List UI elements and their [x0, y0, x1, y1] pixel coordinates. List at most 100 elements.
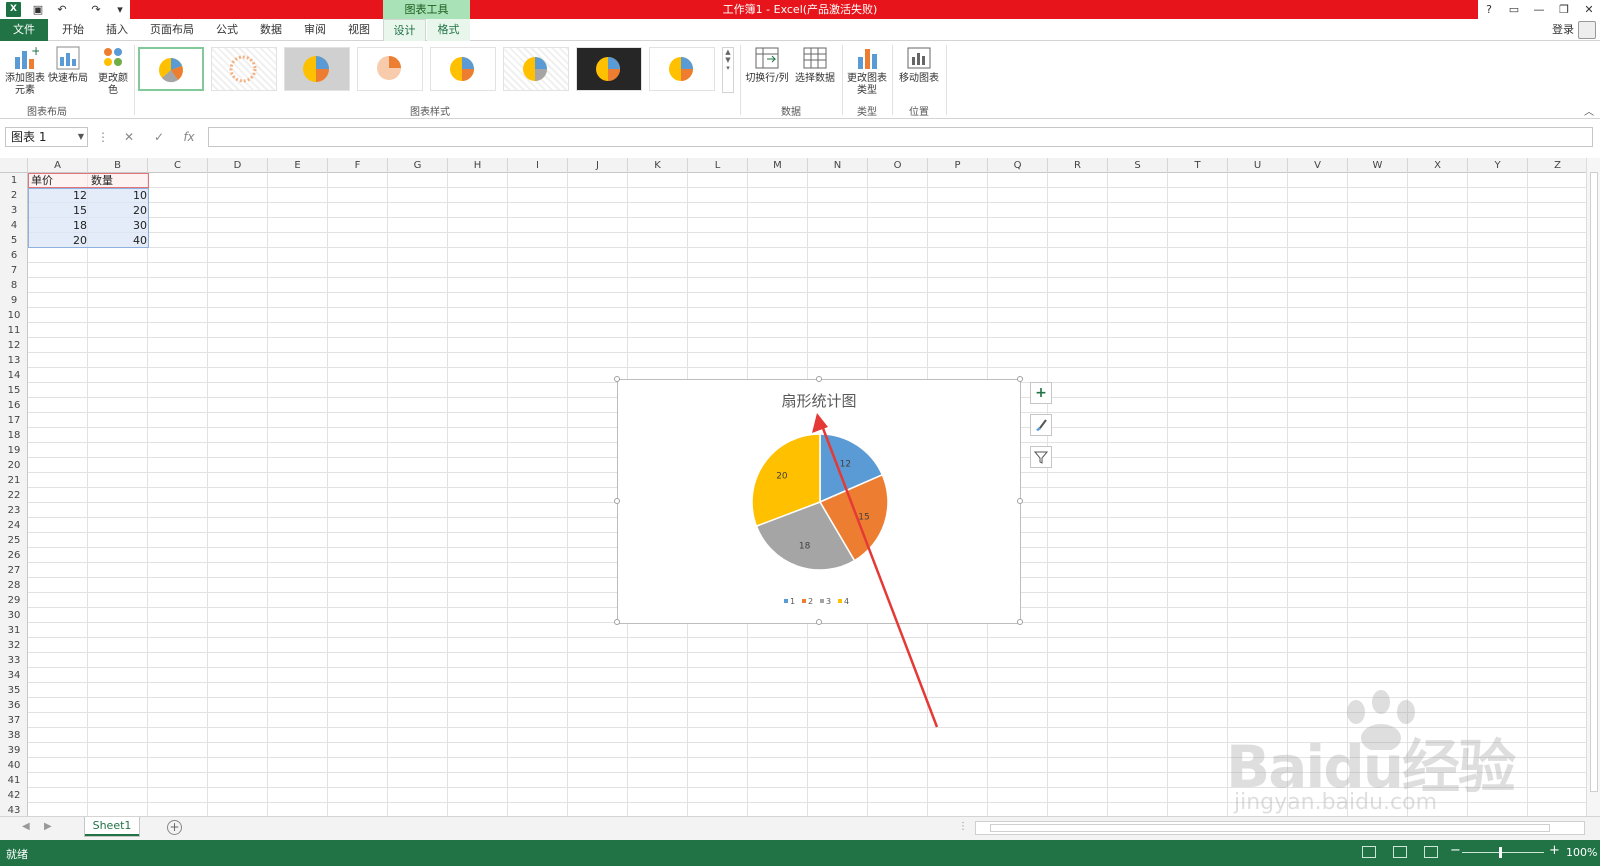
save-icon[interactable]: ▣: [30, 2, 46, 17]
cell-A2[interactable]: 12: [29, 188, 89, 203]
column-header-o[interactable]: O: [868, 158, 928, 173]
vertical-scroll-thumb[interactable]: [1590, 172, 1598, 792]
chart-style-7[interactable]: [576, 47, 642, 91]
sheet-tab-sheet1[interactable]: Sheet1: [84, 817, 140, 837]
data-label-2[interactable]: 15: [858, 512, 869, 522]
horizontal-scroll-thumb[interactable]: [990, 824, 1550, 832]
switch-row-column-button[interactable]: 切换行/列: [744, 45, 790, 85]
resize-handle[interactable]: [816, 619, 822, 625]
customize-qat-icon[interactable]: ▾: [112, 2, 128, 17]
column-header-n[interactable]: N: [808, 158, 868, 173]
row-header-17[interactable]: 17: [0, 413, 28, 428]
column-header-p[interactable]: P: [928, 158, 988, 173]
row-header-38[interactable]: 38: [0, 728, 28, 743]
row-header-23[interactable]: 23: [0, 503, 28, 518]
column-header-f[interactable]: F: [328, 158, 388, 173]
tab-home[interactable]: 开始: [56, 19, 90, 41]
insert-function-icon[interactable]: fx: [180, 128, 198, 146]
row-header-26[interactable]: 26: [0, 548, 28, 563]
row-header-11[interactable]: 11: [0, 323, 28, 338]
column-header-j[interactable]: J: [568, 158, 628, 173]
column-header-e[interactable]: E: [268, 158, 328, 173]
ribbon-display-icon[interactable]: ▭: [1503, 0, 1525, 19]
cell-A3[interactable]: 15: [29, 203, 89, 218]
resize-handle[interactable]: [816, 376, 822, 382]
enter-formula-icon[interactable]: ✓: [150, 128, 168, 146]
chart-elements-plus-icon[interactable]: +: [1030, 382, 1052, 404]
column-header-z[interactable]: Z: [1528, 158, 1588, 173]
row-header-33[interactable]: 33: [0, 653, 28, 668]
cell-B3[interactable]: 20: [89, 203, 149, 218]
column-header-x[interactable]: X: [1408, 158, 1468, 173]
row-header-14[interactable]: 14: [0, 368, 28, 383]
row-header-24[interactable]: 24: [0, 518, 28, 533]
row-header-18[interactable]: 18: [0, 428, 28, 443]
row-header-7[interactable]: 7: [0, 263, 28, 278]
chart-filters-funnel-icon[interactable]: [1030, 446, 1052, 468]
row-header-35[interactable]: 35: [0, 683, 28, 698]
row-header-6[interactable]: 6: [0, 248, 28, 263]
row-header-31[interactable]: 31: [0, 623, 28, 638]
row-header-37[interactable]: 37: [0, 713, 28, 728]
row-header-21[interactable]: 21: [0, 473, 28, 488]
zoom-in-icon[interactable]: +: [1549, 843, 1560, 858]
row-header-3[interactable]: 3: [0, 203, 28, 218]
chevron-down-icon[interactable]: ▼: [78, 128, 84, 146]
chart-styles-brush-icon[interactable]: [1030, 414, 1052, 436]
formula-input[interactable]: [208, 127, 1593, 147]
row-header-29[interactable]: 29: [0, 593, 28, 608]
row-header-39[interactable]: 39: [0, 743, 28, 758]
tab-format[interactable]: 格式: [427, 19, 470, 41]
chart-style-6[interactable]: [503, 47, 569, 91]
add-sheet-icon[interactable]: +: [167, 820, 182, 835]
column-header-a[interactable]: A: [28, 158, 88, 173]
resize-handle[interactable]: [1017, 619, 1023, 625]
resize-handle[interactable]: [614, 498, 620, 504]
help-icon[interactable]: ?: [1478, 0, 1500, 19]
tab-file[interactable]: 文件: [0, 19, 48, 41]
resize-handle[interactable]: [1017, 498, 1023, 504]
quick-layout-button[interactable]: 快速布局: [48, 45, 88, 85]
column-header-w[interactable]: W: [1348, 158, 1408, 173]
row-header-13[interactable]: 13: [0, 353, 28, 368]
row-header-5[interactable]: 5: [0, 233, 28, 248]
move-chart-button[interactable]: 移动图表: [896, 45, 942, 85]
redo-icon[interactable]: ↷: [88, 2, 104, 17]
prev-sheet-icon[interactable]: ◀: [22, 821, 30, 832]
row-header-1[interactable]: 1: [0, 173, 28, 188]
column-header-s[interactable]: S: [1108, 158, 1168, 173]
row-header-41[interactable]: 41: [0, 773, 28, 788]
chart-style-1[interactable]: [138, 47, 204, 91]
column-header-t[interactable]: T: [1168, 158, 1228, 173]
name-box[interactable]: 图表 1 ▼: [5, 127, 88, 147]
column-header-u[interactable]: U: [1228, 158, 1288, 173]
column-header-m[interactable]: M: [748, 158, 808, 173]
close-icon[interactable]: ✕: [1578, 0, 1600, 19]
data-label-4[interactable]: 20: [776, 472, 788, 482]
select-data-button[interactable]: 选择数据: [792, 45, 838, 85]
chart-area[interactable]: 扇形统计图 12 15 18 20 1 2 3 4: [614, 376, 1023, 625]
minimize-icon[interactable]: —: [1528, 0, 1550, 19]
column-header-l[interactable]: L: [688, 158, 748, 173]
chart-style-8[interactable]: [649, 47, 715, 91]
cell-B5[interactable]: 40: [89, 233, 149, 248]
row-header-19[interactable]: 19: [0, 443, 28, 458]
row-header-36[interactable]: 36: [0, 698, 28, 713]
collapse-ribbon-icon[interactable]: ︿: [1584, 103, 1594, 118]
column-header-q[interactable]: Q: [988, 158, 1048, 173]
change-colors-button[interactable]: 更改颜色: [96, 45, 130, 97]
restore-icon[interactable]: ❐: [1553, 0, 1575, 19]
cell-A4[interactable]: 18: [29, 218, 89, 233]
column-header-r[interactable]: R: [1048, 158, 1108, 173]
column-header-c[interactable]: C: [148, 158, 208, 173]
resize-handle[interactable]: [1017, 376, 1023, 382]
row-header-20[interactable]: 20: [0, 458, 28, 473]
row-header-10[interactable]: 10: [0, 308, 28, 323]
tab-formulas[interactable]: 公式: [210, 19, 244, 41]
pie-chart[interactable]: 121518201 2 3 4: [618, 380, 1022, 625]
row-header-30[interactable]: 30: [0, 608, 28, 623]
avatar-icon[interactable]: [1578, 21, 1596, 39]
legend-label-2[interactable]: 2: [808, 597, 813, 606]
row-header-2[interactable]: 2: [0, 188, 28, 203]
row-header-42[interactable]: 42: [0, 788, 28, 803]
